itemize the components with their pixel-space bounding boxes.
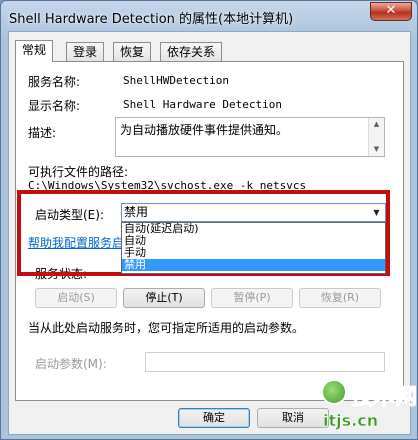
- scroll-up-icon[interactable]: ▲: [369, 118, 384, 131]
- description-label: 描述:: [28, 126, 57, 140]
- close-button[interactable]: ✕: [370, 2, 412, 21]
- option-manual[interactable]: 手动: [122, 247, 385, 259]
- exe-path-label: 可执行文件的路径:: [28, 165, 129, 179]
- description-text: 为自动播放硬件事件提供通知。: [120, 123, 289, 137]
- start-params-note: 当从此处启动服务时，您可指定所适用的启动参数。: [28, 321, 305, 335]
- close-icon: ✕: [385, 3, 397, 18]
- ok-button[interactable]: 确定: [178, 408, 250, 428]
- site-watermark: 技术网 itjs.cn: [321, 379, 418, 439]
- startup-type-select[interactable]: 禁用 ▼: [121, 203, 386, 222]
- title-bar[interactable]: Shell Hardware Detection 的属性(本地计算机) ✕: [1, 1, 417, 31]
- window-title: Shell Hardware Detection 的属性(本地计算机): [9, 12, 294, 27]
- display-name-label: 显示名称:: [28, 99, 81, 113]
- display-name-value: Shell Hardware Detection: [123, 98, 282, 111]
- cancel-button[interactable]: 取消: [257, 408, 329, 428]
- tab-logon[interactable]: 登录: [66, 42, 105, 61]
- description-scrollbar[interactable]: ▲ ▼: [368, 118, 384, 156]
- pause-button[interactable]: 暂停(P): [211, 288, 293, 308]
- tab-dependencies[interactable]: 依存关系: [160, 42, 223, 61]
- properties-window: Shell Hardware Detection 的属性(本地计算机) ✕ 常规…: [0, 0, 418, 440]
- start-params-input[interactable]: [145, 352, 385, 372]
- stop-button[interactable]: 停止(T): [123, 288, 205, 308]
- service-name-label: 服务名称:: [28, 75, 81, 89]
- service-name-value: ShellHWDetection: [123, 74, 229, 87]
- description-box[interactable]: 为自动播放硬件事件提供通知。 ▲ ▼: [115, 117, 385, 157]
- start-button[interactable]: 启动(S): [35, 288, 117, 308]
- tab-general[interactable]: 常规: [15, 40, 54, 62]
- resume-button[interactable]: 恢复(R): [299, 288, 381, 308]
- chevron-down-icon[interactable]: ▼: [368, 204, 385, 221]
- option-auto[interactable]: 自动: [122, 235, 385, 247]
- startup-type-dropdown: 自动(延迟启动) 自动 手动 禁用: [121, 222, 386, 274]
- watermark-text: 技术网: [351, 385, 418, 411]
- watermark-logo-icon: [321, 379, 347, 405]
- option-auto-delayed[interactable]: 自动(延迟启动): [122, 223, 385, 235]
- scroll-down-icon[interactable]: ▼: [369, 143, 384, 156]
- watermark-url: itjs.cn: [323, 411, 379, 431]
- start-params-label: 启动参数(M):: [35, 357, 107, 371]
- tab-recovery[interactable]: 恢复: [113, 42, 152, 61]
- startup-type-value: 禁用: [122, 204, 369, 221]
- option-disabled[interactable]: 禁用: [122, 259, 385, 271]
